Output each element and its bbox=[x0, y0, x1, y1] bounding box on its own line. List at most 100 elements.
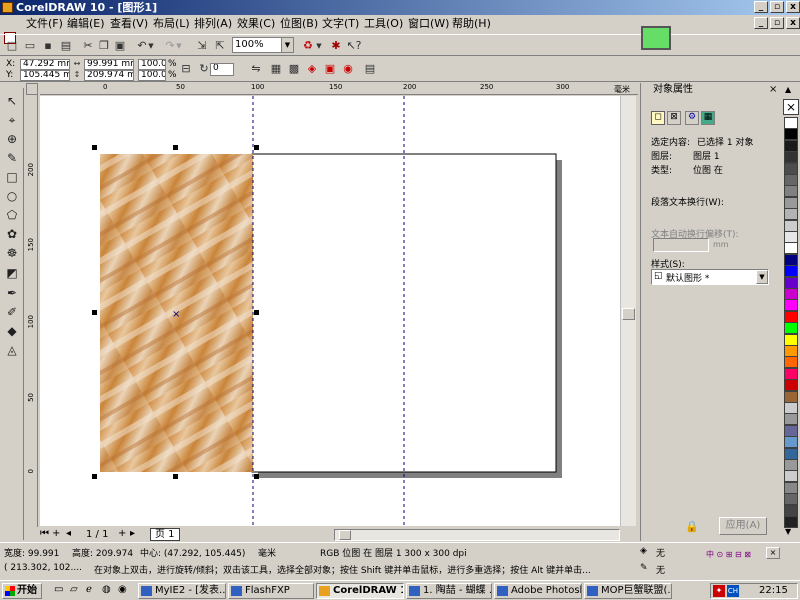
outline-tool-icon[interactable]: ✐ bbox=[3, 303, 21, 321]
zoom-dropdown-icon[interactable]: ▼ bbox=[281, 38, 293, 52]
language-indicator[interactable]: CH bbox=[727, 585, 739, 597]
menu-edit[interactable]: 编辑(E) bbox=[67, 17, 105, 31]
quicklaunch-player-icon[interactable]: ◉ bbox=[118, 584, 127, 595]
corel-online-icon[interactable]: ✱ bbox=[328, 38, 344, 54]
color-swatch[interactable] bbox=[784, 174, 798, 186]
interactive-blend-tool-icon[interactable]: ☸ bbox=[3, 244, 21, 262]
height-field[interactable]: 209.974 m bbox=[84, 70, 134, 81]
rotation-angle-field[interactable]: 0 bbox=[210, 63, 234, 76]
cut-icon[interactable]: ✂ bbox=[80, 38, 96, 54]
color-swatch[interactable] bbox=[784, 253, 798, 266]
launcher-dropdown-icon[interactable]: ▼ bbox=[314, 38, 324, 54]
color-swatch[interactable] bbox=[784, 265, 798, 278]
color-swatch[interactable] bbox=[784, 333, 798, 346]
color-swatch[interactable] bbox=[784, 219, 798, 232]
prev-page-button[interactable]: + bbox=[52, 528, 60, 539]
style-dropdown-icon[interactable]: ▼ bbox=[756, 270, 768, 284]
color-swatch[interactable] bbox=[784, 379, 798, 392]
drawing-area[interactable]: × bbox=[40, 96, 620, 526]
color-swatch[interactable] bbox=[784, 367, 798, 380]
ellipse-tool-icon[interactable]: ○ bbox=[3, 187, 21, 205]
bitmap-tab-icon[interactable]: ▦ bbox=[701, 111, 715, 125]
close-button[interactable]: x bbox=[786, 1, 800, 13]
color-swatch[interactable] bbox=[784, 288, 798, 300]
color-swatch[interactable] bbox=[784, 504, 798, 517]
vertical-ruler[interactable]: 200 150 100 50 0 bbox=[26, 95, 38, 527]
palette-scroll-up-icon[interactable]: ▲ bbox=[785, 85, 791, 94]
quicklaunch-media-icon[interactable]: ◍ bbox=[102, 584, 111, 595]
apply-button[interactable]: 应用(A) bbox=[719, 517, 767, 535]
color-swatch[interactable] bbox=[784, 231, 798, 243]
x-position-field[interactable]: 47.292 mm bbox=[20, 59, 70, 70]
color-swatch[interactable] bbox=[784, 481, 798, 494]
tray-app-icon[interactable]: ✦ bbox=[713, 585, 725, 597]
outline-tab-icon[interactable]: ⊠ bbox=[667, 111, 681, 125]
task-myie2[interactable]: MyIE2 - [发表... bbox=[138, 583, 226, 599]
wrap-text-icon[interactable]: ▤ bbox=[362, 61, 378, 77]
menu-bitmaps[interactable]: 位图(B) bbox=[280, 17, 318, 31]
interactive-fill-tool-icon[interactable]: ◬ bbox=[3, 341, 21, 359]
import-icon[interactable]: ⇲ bbox=[194, 38, 210, 54]
color-swatch[interactable] bbox=[784, 310, 798, 323]
polygon-tool-icon[interactable]: ⬠ bbox=[3, 206, 21, 224]
shape-tool-icon[interactable]: ⌖ bbox=[3, 111, 21, 129]
color-swatch[interactable] bbox=[784, 436, 798, 449]
quicklaunch-ie-icon[interactable]: ℯ bbox=[86, 584, 92, 595]
edit-bitmap-icon[interactable]: ▦ bbox=[268, 61, 284, 77]
color-swatch[interactable] bbox=[784, 356, 798, 369]
color-swatch[interactable] bbox=[784, 447, 798, 460]
quicklaunch-desktop-icon[interactable]: ▭ bbox=[54, 584, 63, 595]
color-swatch[interactable] bbox=[784, 242, 798, 255]
color-swatch[interactable] bbox=[784, 185, 798, 198]
y-position-field[interactable]: 105.445 mm bbox=[20, 70, 70, 81]
task-music[interactable]: 1. 陶喆 - 蝴蝶 ... bbox=[406, 583, 492, 599]
doc-close-button[interactable]: x bbox=[786, 17, 800, 29]
horizontal-ruler[interactable]: 0 50 100 150 200 250 300 毫米 bbox=[40, 83, 638, 95]
menu-window[interactable]: 窗口(W) bbox=[408, 17, 449, 31]
eyedropper-tool-icon[interactable]: ✒ bbox=[3, 284, 21, 302]
color-swatch[interactable] bbox=[784, 413, 798, 426]
quicklaunch-folder-icon[interactable]: ▱ bbox=[70, 584, 78, 595]
color-swatch[interactable] bbox=[784, 493, 798, 506]
first-page-button[interactable]: ⏮ bbox=[40, 528, 49, 539]
print-icon[interactable]: ▤ bbox=[58, 38, 74, 54]
general-tab-icon[interactable]: ⚙ bbox=[685, 111, 699, 125]
task-flashfxp[interactable]: FlashFXP bbox=[228, 583, 314, 599]
docker-close-icon[interactable]: × bbox=[769, 84, 777, 95]
minimize-button[interactable]: _ bbox=[754, 1, 768, 13]
basic-shapes-tool-icon[interactable]: ✿ bbox=[3, 225, 21, 243]
doc-restore-button[interactable]: ▫ bbox=[770, 17, 784, 29]
rectangle-tool-icon[interactable]: □ bbox=[3, 168, 21, 186]
open-icon[interactable]: ▭ bbox=[22, 38, 38, 54]
resample-icon[interactable]: ◈ bbox=[304, 61, 320, 77]
scale-y-field[interactable]: 100.0 bbox=[138, 70, 166, 81]
freehand-tool-icon[interactable]: ✎ bbox=[3, 149, 21, 167]
color-swatch[interactable] bbox=[784, 162, 798, 175]
menu-effects[interactable]: 效果(C) bbox=[237, 17, 275, 31]
next-page-button[interactable]: + bbox=[118, 528, 126, 539]
color-swatch[interactable] bbox=[784, 276, 798, 289]
menu-arrange[interactable]: 排列(A) bbox=[194, 17, 232, 31]
drawing-canvas[interactable]: × bbox=[40, 96, 620, 526]
color-swatch[interactable] bbox=[784, 470, 798, 483]
pick-tool-icon[interactable]: ↖ bbox=[3, 92, 21, 110]
color-swatch[interactable] bbox=[784, 151, 798, 164]
paste-icon[interactable]: ▣ bbox=[112, 38, 128, 54]
color-swatch[interactable] bbox=[784, 117, 798, 129]
task-coreldraw-active[interactable]: CorelDRAW 10 ... bbox=[316, 583, 404, 599]
trace-bitmap-icon[interactable]: ▩ bbox=[286, 61, 302, 77]
vertical-scrollbar[interactable] bbox=[620, 96, 636, 526]
color-swatch[interactable] bbox=[784, 322, 798, 335]
horizontal-scrollbar[interactable] bbox=[334, 529, 620, 541]
scroll-thumb[interactable] bbox=[339, 530, 351, 540]
palette-scroll-down-icon[interactable]: ▼ bbox=[785, 527, 791, 536]
save-icon[interactable]: ▪ bbox=[40, 38, 56, 54]
doc-minimize-button[interactable]: _ bbox=[754, 17, 768, 29]
export-icon[interactable]: ⇱ bbox=[212, 38, 228, 54]
task-photoshop[interactable]: Adobe Photoshop bbox=[494, 583, 582, 599]
color-swatch[interactable] bbox=[784, 390, 798, 403]
menu-view[interactable]: 查看(V) bbox=[110, 17, 148, 31]
menu-file[interactable]: 文件(F) bbox=[26, 17, 63, 31]
color-swatch[interactable] bbox=[784, 345, 798, 357]
fill-tab-icon[interactable]: ◻ bbox=[651, 111, 665, 125]
